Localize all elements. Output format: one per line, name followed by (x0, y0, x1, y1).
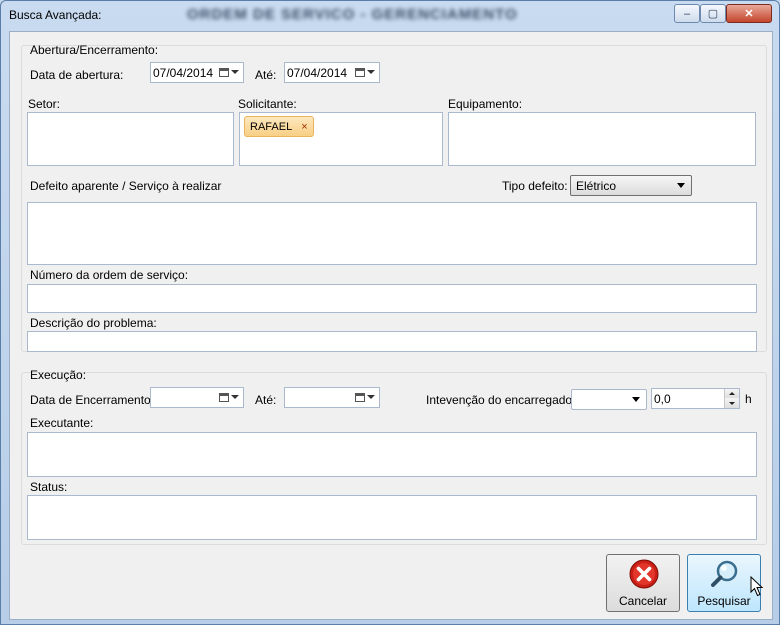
horas-stepper[interactable]: 0,0 (651, 388, 740, 409)
defeito-label: Defeito aparente / Serviço à realizar (30, 179, 222, 193)
ate-encerramento-label: Até: (255, 393, 277, 407)
ate-abertura-picker[interactable]: 07/04/2014 (284, 62, 380, 83)
magnifier-icon (711, 560, 738, 587)
close-button[interactable]: ✕ (726, 4, 772, 23)
red-x-circle-icon (629, 559, 659, 589)
descricao-label: Descrição do problema: (30, 316, 157, 330)
defeito-field[interactable] (27, 202, 757, 265)
cancel-button[interactable]: Cancelar (606, 554, 680, 612)
maximize-icon: ▢ (707, 8, 719, 20)
title-bar[interactable]: Busca Avançada: ORDEM DE SERVICO - GEREN… (1, 1, 779, 29)
setor-label: Setor: (28, 97, 61, 111)
abertura-group-title: Abertura/Encerramento: (30, 43, 159, 57)
calendar-icon[interactable] (219, 390, 241, 404)
ate-abertura-value: 07/04/2014 (287, 66, 348, 80)
status-field[interactable] (27, 495, 757, 540)
executante-label: Executante: (30, 416, 94, 430)
cancel-button-label: Cancelar (618, 594, 668, 608)
executante-field[interactable] (27, 432, 757, 477)
spin-down-button[interactable] (724, 398, 739, 408)
data-encerramento-picker[interactable] (150, 387, 244, 408)
numero-os-label: Número da ordem de serviço: (30, 268, 189, 282)
calendar-icon[interactable] (355, 390, 377, 404)
solicitante-chip[interactable]: RAFAEL × (244, 116, 314, 137)
maximize-button[interactable]: ▢ (700, 4, 726, 23)
calendar-icon[interactable] (355, 65, 377, 79)
data-encerramento-label: Data de Encerramento: (30, 393, 155, 407)
ate-encerramento-picker[interactable] (284, 387, 380, 408)
horas-value: 0,0 (654, 392, 671, 406)
chevron-down-icon (729, 401, 735, 405)
data-abertura-value: 07/04/2014 (153, 66, 214, 80)
equipamento-field[interactable] (448, 112, 756, 166)
status-label: Status: (30, 480, 68, 494)
minimize-icon: – (683, 7, 691, 20)
tipo-defeito-label: Tipo defeito: (502, 179, 568, 193)
intervencao-select[interactable] (571, 389, 647, 410)
minimize-button[interactable]: – (674, 4, 700, 23)
ate-abertura-label: Até: (255, 68, 277, 82)
data-abertura-picker[interactable]: 07/04/2014 (150, 62, 244, 83)
numero-os-field[interactable] (27, 284, 757, 313)
chip-label: RAFAEL (250, 120, 293, 133)
blurred-app-title: ORDEM DE SERVICO - GERENCIAMENTO (187, 6, 518, 23)
spin-up-button[interactable] (724, 389, 739, 398)
intervencao-label: Intevenção do encarregado: (426, 393, 576, 407)
setor-field[interactable] (27, 112, 234, 166)
execucao-group-title: Execução: (30, 368, 87, 382)
chevron-down-icon (632, 397, 640, 402)
equipamento-label: Equipamento: (448, 97, 523, 111)
window-title: Busca Avançada: (9, 8, 102, 22)
chevron-up-icon (729, 392, 735, 395)
horas-unit: h (745, 392, 752, 406)
calendar-icon[interactable] (219, 65, 241, 79)
mouse-cursor-icon (750, 576, 764, 597)
tipo-defeito-value: Elétrico (576, 179, 617, 193)
dialog-body: Abertura/Encerramento: Data de abertura:… (9, 31, 773, 620)
tipo-defeito-select[interactable]: Elétrico (570, 175, 692, 196)
solicitante-label: Solicitante: (238, 97, 297, 111)
close-icon: ✕ (744, 8, 754, 20)
data-abertura-label: Data de abertura: (30, 68, 124, 82)
descricao-field[interactable] (27, 331, 757, 352)
chevron-down-icon (677, 183, 685, 188)
dialog-window: Busca Avançada: ORDEM DE SERVICO - GEREN… (0, 0, 780, 625)
solicitante-field[interactable]: RAFAEL × (239, 112, 443, 166)
chip-remove-icon[interactable]: × (301, 121, 307, 133)
